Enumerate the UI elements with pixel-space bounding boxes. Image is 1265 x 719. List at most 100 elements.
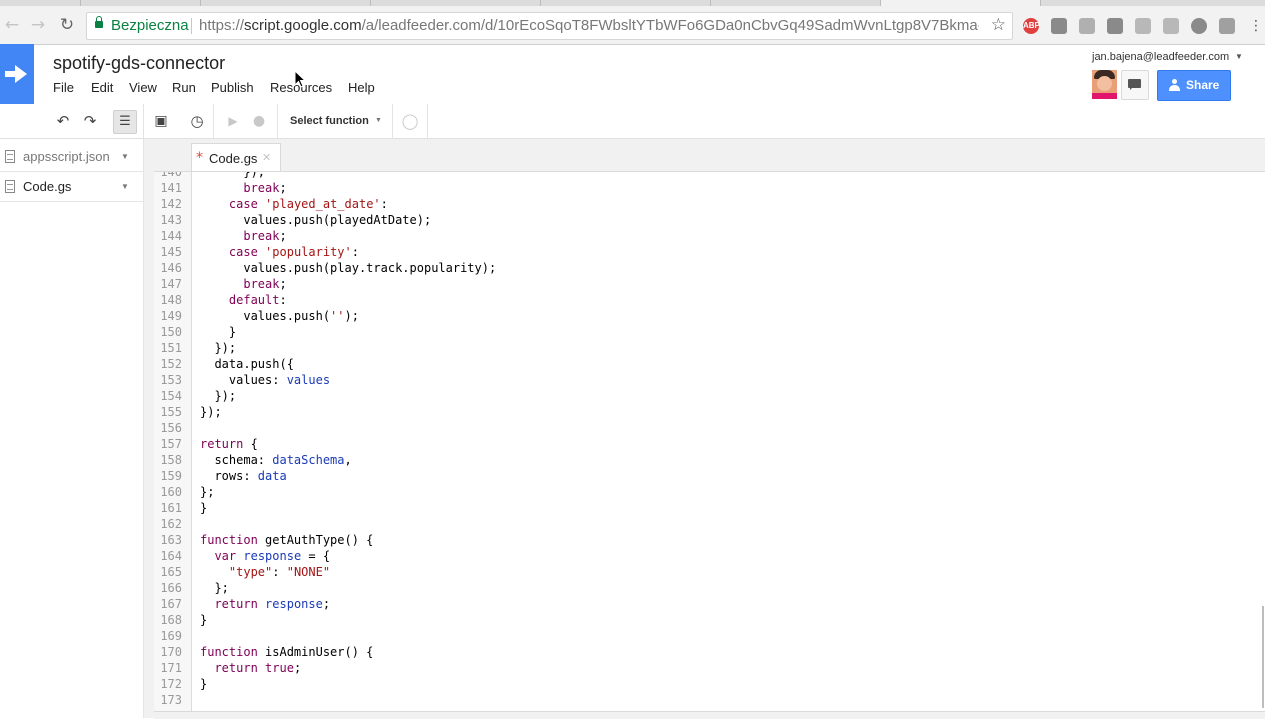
line-number: 152 [160,357,182,371]
pocket-icon[interactable] [1051,18,1067,34]
line-number: 155 [160,405,182,419]
code-line[interactable]: 151 }); [154,340,1265,356]
code-line[interactable]: 166 }; [154,580,1265,596]
code-line[interactable]: 158 schema: dataSchema, [154,452,1265,468]
code-line[interactable]: 173 [154,692,1265,708]
vertical-scrollbar[interactable] [1262,606,1264,708]
code-line[interactable]: 156 [154,420,1265,436]
account-dropdown-icon[interactable]: ▼ [1235,52,1243,61]
undo-icon[interactable]: ↶ [52,110,74,132]
apps-icon[interactable] [1107,18,1123,34]
android-icon[interactable] [1219,18,1235,34]
code-line[interactable]: 144 break; [154,228,1265,244]
code-line[interactable]: 153 values: values [154,372,1265,388]
camera-icon[interactable] [1135,18,1151,34]
bookmark-star-icon[interactable]: ☆ [991,15,1006,35]
line-code: break; [243,181,287,195]
code-line[interactable]: 143 values.push(playedAtDate); [154,212,1265,228]
line-code: break; [243,277,287,291]
line-number: 143 [160,213,182,227]
comment-icon [1128,79,1141,90]
select-function-dropdown[interactable]: Select function [290,115,369,127]
indent-toggle-icon[interactable]: ☰ [113,110,137,134]
avatar[interactable] [1092,70,1117,99]
file-menu-chevron-icon[interactable]: ▼ [121,152,129,161]
code-line[interactable]: 161} [154,500,1265,516]
code-line[interactable]: 163 function getAuthType() { [154,532,1265,548]
code-line[interactable]: 159 rows: data [154,468,1265,484]
code-line[interactable]: 146 values.push(play.track.popularity); [154,260,1265,276]
code-line[interactable]: 168} [154,612,1265,628]
menu-publish[interactable]: Publish [211,80,254,95]
code-line[interactable]: 167 return response; [154,596,1265,612]
code-line[interactable]: 162 [154,516,1265,532]
line-code: return { [200,437,258,451]
code-line[interactable]: 150 } [154,324,1265,340]
code-line[interactable]: 170 function isAdminUser() { [154,644,1265,660]
file-icon [5,150,15,163]
abp-icon[interactable]: ABP [1023,18,1040,34]
code-line[interactable]: 157 return { [154,436,1265,452]
code-line[interactable]: 142 case 'played_at_date': [154,196,1265,212]
line-number: 172 [160,677,182,691]
code-line[interactable]: 171 return true; [154,660,1265,676]
line-number: 154 [160,389,182,403]
code-line[interactable]: 169 [154,628,1265,644]
line-number: 141 [160,181,182,195]
code-line[interactable]: 160}; [154,484,1265,500]
project-title[interactable]: spotify-gds-connector [53,53,225,74]
extension-icon[interactable] [1163,18,1179,34]
browser-menu-icon[interactable]: ⋮ [1249,18,1263,34]
code-line[interactable]: 172} [154,676,1265,692]
apps-script-logo[interactable] [0,44,34,104]
code-line[interactable]: 149 values.push(''); [154,308,1265,324]
extension-icon[interactable] [1079,18,1095,34]
file-menu-chevron-icon[interactable]: ▼ [121,182,129,191]
sidebar-file-appsscript[interactable]: appsscript.json ▼ [0,141,143,172]
menu-edit[interactable]: Edit [91,80,113,95]
debug-bug-icon[interactable]: ● [248,110,270,132]
code-line[interactable]: 141 break; [154,180,1265,196]
code-line[interactable]: 145 case 'popularity': [154,244,1265,260]
code-line[interactable]: 140 }); [154,172,1265,180]
line-code: data.push({ [200,357,294,371]
back-icon[interactable]: ← [2,15,22,35]
unsaved-marker: * [196,150,203,166]
info-icon[interactable] [1191,18,1207,34]
account-email[interactable]: jan.bajena@leadfeeder.com [1092,51,1229,63]
code-editor[interactable]: 140 }); 141 break; 142 case 'played_at_dat… [154,171,1265,712]
code-line[interactable]: 155}); [154,404,1265,420]
run-icon[interactable]: ▶ [222,110,244,132]
menu-run[interactable]: Run [172,80,196,95]
line-number: 151 [160,341,182,355]
line-number: 149 [160,309,182,323]
lightbulb-icon[interactable]: ◯ [399,110,421,132]
sidebar-file-code[interactable]: Code.gs ▼ [0,171,143,202]
code-line[interactable]: 164 var response = { [154,548,1265,564]
menu-help[interactable]: Help [348,80,375,95]
reload-icon[interactable]: ↻ [57,15,77,35]
code-line[interactable]: 148 default: [154,292,1265,308]
line-number: 161 [160,501,182,515]
menu-view[interactable]: View [129,80,157,95]
share-button[interactable]: Share [1157,70,1231,101]
line-number: 156 [160,421,182,435]
lock-icon [95,16,103,28]
code-line[interactable]: 165 "type": "NONE" [154,564,1265,580]
triggers-clock-icon[interactable]: ◷ [186,110,208,132]
save-icon[interactable]: ▣ [150,110,172,132]
menu-file[interactable]: File [53,80,74,95]
line-number: 157 [160,437,182,451]
file-name: Code.gs [23,179,72,194]
comments-button[interactable] [1121,70,1149,100]
redo-icon[interactable]: ↷ [79,110,101,132]
code-line[interactable]: 152 data.push({ [154,356,1265,372]
forward-icon[interactable]: → [28,15,48,35]
code-line[interactable]: 154 }); [154,388,1265,404]
close-icon[interactable]: ✕ [262,151,271,164]
chevron-down-icon[interactable]: ▼ [375,117,382,124]
code-line[interactable]: 147 break; [154,276,1265,292]
tab-code-gs[interactable]: * Code.gs ✕ [191,143,281,172]
line-number: 144 [160,229,182,243]
url-input[interactable]: Bezpieczna https://script.google.com/a/l… [86,12,1013,40]
